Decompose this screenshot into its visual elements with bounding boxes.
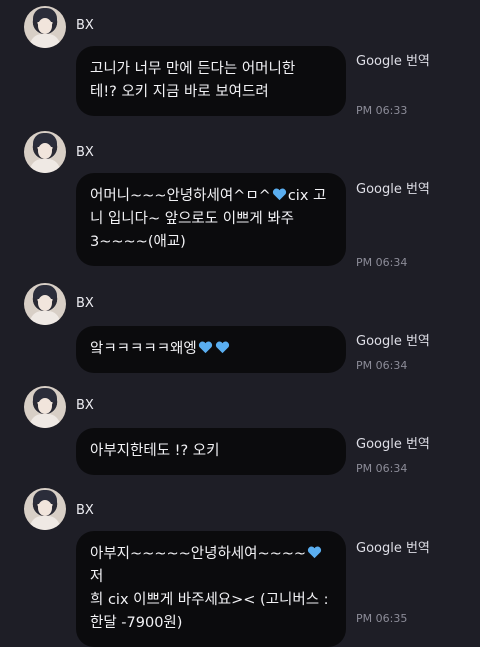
blue-heart-icon xyxy=(198,341,212,354)
message-text: 고니가 너무 만에 든다는 어머니한 테!? 오키 지금 바로 보여드려 xyxy=(90,61,296,100)
google-translate-link[interactable]: Google 번역 xyxy=(356,330,430,349)
message-text: 어머니~~~안녕하세여^ㅁ^ xyxy=(90,188,271,204)
sender-avatar[interactable] xyxy=(24,488,66,530)
message-bubble[interactable]: 어머니~~~안녕하세여^ㅁ^ cix 고 니 입니다~ 앞으로도 이쁘게 봐주 3… xyxy=(76,173,346,266)
message-bubble[interactable]: 앜ㅋㅋㅋㅋㅋ왜엥 xyxy=(76,326,346,373)
google-translate-link[interactable]: Google 번역 xyxy=(356,178,430,197)
blue-heart-icon xyxy=(215,341,229,354)
message-time: PM 06:34 xyxy=(356,462,408,475)
sender-avatar[interactable] xyxy=(24,283,66,325)
message-text: 저 희 cix 이쁘게 바주세요>< (고니버스 : 한달 -7900원) xyxy=(90,569,329,631)
message-text: 앜ㅋㅋㅋㅋㅋ왜엥 xyxy=(90,341,197,357)
google-translate-link[interactable]: Google 번역 xyxy=(356,433,430,452)
message-bubble[interactable]: 아부지한테도 !? 오키 xyxy=(76,428,346,475)
sender-name: BX xyxy=(76,296,94,311)
message-bubble[interactable]: 고니가 너무 만에 든다는 어머니한 테!? 오키 지금 바로 보여드려 xyxy=(76,46,346,116)
sender-avatar[interactable] xyxy=(24,6,66,48)
message-text: 아부지~~~~~안녕하세여~~~~ xyxy=(90,546,307,562)
google-translate-link[interactable]: Google 번역 xyxy=(356,50,430,69)
sender-avatar[interactable] xyxy=(24,386,66,428)
message-time: PM 06:34 xyxy=(356,359,408,372)
sender-name: BX xyxy=(76,145,94,160)
message-time: PM 06:34 xyxy=(356,256,408,269)
sender-avatar[interactable] xyxy=(24,131,66,173)
message-bubble[interactable]: 아부지~~~~~안녕하세여~~~~ 저 희 cix 이쁘게 바주세요>< (고니버… xyxy=(76,531,346,647)
sender-name: BX xyxy=(76,503,94,518)
google-translate-link[interactable]: Google 번역 xyxy=(356,537,430,556)
blue-heart-icon xyxy=(307,546,322,559)
sender-name: BX xyxy=(76,398,94,413)
sender-name: BX xyxy=(76,18,94,33)
message-time: PM 06:33 xyxy=(356,104,408,117)
message-text: 아부지한테도 !? 오키 xyxy=(90,443,220,459)
blue-heart-icon xyxy=(272,188,286,201)
message-time: PM 06:35 xyxy=(356,612,408,625)
